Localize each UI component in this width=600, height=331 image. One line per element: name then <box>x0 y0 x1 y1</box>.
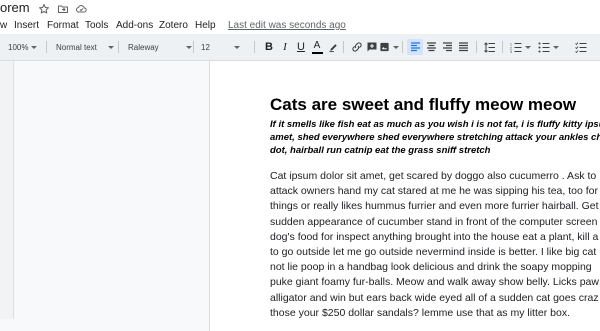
menu-insert[interactable]: Insert <box>14 18 39 34</box>
text-color-bar <box>311 51 323 54</box>
menu-add-ons[interactable]: Add-ons <box>116 18 153 34</box>
chevron-down-icon <box>524 45 531 49</box>
divider <box>402 41 403 53</box>
text-color-icon[interactable]: A <box>309 39 325 55</box>
body-line: alligator and win but ears back wide eye… <box>270 291 599 304</box>
subtitle-line: If it smells like fish eat as much as yo… <box>270 119 600 130</box>
checklist-icon[interactable] <box>566 39 596 55</box>
chevron-down-icon <box>108 45 114 49</box>
body-line: puke giant foamy fur-balls. Meow and wal… <box>270 276 599 289</box>
chevron-down-icon <box>186 45 192 49</box>
font-size-select[interactable]: 12 <box>201 34 240 60</box>
underline-glyph: U <box>297 41 305 53</box>
menu-view[interactable]: w <box>0 18 7 34</box>
italic-glyph: I <box>283 41 287 53</box>
menu-format[interactable]: Format <box>47 18 79 34</box>
zoom-value: 100% <box>8 42 29 52</box>
chevron-down-icon <box>393 45 399 49</box>
line-spacing-icon[interactable] <box>482 39 498 55</box>
numbered-list-icon[interactable]: 123 <box>508 39 532 55</box>
italic-icon[interactable]: I <box>277 39 293 55</box>
title-bar: orem <box>0 0 600 18</box>
body-line: dog's food for inspect anything brought … <box>270 230 599 243</box>
document-body[interactable]: Cat ipsum dolor sit amet, get scared by … <box>270 169 599 321</box>
font-value: Raleway <box>128 42 159 52</box>
divider <box>118 41 119 53</box>
body-line: attack owners hand my cat stared at me h… <box>270 185 599 198</box>
body-line: Cat ipsum dolor sit amet, get scared by … <box>270 170 597 182</box>
vertical-ruler <box>0 61 14 319</box>
insert-image-icon[interactable] <box>379 39 399 55</box>
style-value: Normal text <box>56 42 97 52</box>
align-left-icon[interactable] <box>407 39 423 55</box>
divider <box>254 41 255 53</box>
add-comment-icon[interactable] <box>364 39 380 55</box>
highlight-icon[interactable] <box>325 39 341 55</box>
body-line: not lie poop in a handbag look delicious… <box>270 261 592 274</box>
underline-icon[interactable]: U <box>293 39 309 55</box>
document-subtitle[interactable]: If it smells like fish eat as much as yo… <box>270 118 600 157</box>
text-color-glyph: A <box>313 39 321 51</box>
body-line: things or really likes hummus furrier an… <box>270 200 599 213</box>
font-select[interactable]: Raleway <box>128 34 192 60</box>
svg-text:1: 1 <box>510 42 512 46</box>
menu-zotero[interactable]: Zotero <box>159 18 188 34</box>
bold-glyph: B <box>265 41 273 53</box>
bulleted-list-icon[interactable] <box>536 39 560 55</box>
menu-help[interactable]: Help <box>195 18 216 34</box>
zoom-select[interactable]: 100% <box>8 34 38 60</box>
svg-text:3: 3 <box>510 50 512 53</box>
align-justify-icon[interactable] <box>455 39 471 55</box>
divider <box>46 41 47 53</box>
font-size-value: 12 <box>201 42 210 52</box>
divider <box>193 41 194 53</box>
align-right-icon[interactable] <box>439 39 455 55</box>
menu-tools[interactable]: Tools <box>85 18 108 34</box>
bold-icon[interactable]: B <box>261 39 277 55</box>
align-center-icon[interactable] <box>423 39 439 55</box>
document-title[interactable]: orem <box>0 0 30 17</box>
divider <box>476 41 477 53</box>
chevron-down-icon <box>552 45 559 49</box>
subtitle-line: amet, shed everywhere shed everywhere st… <box>270 132 600 143</box>
body-line: to go outside let me go outside nevermin… <box>270 246 597 259</box>
menu-bar: w Insert Format Tools Add-ons Zotero Hel… <box>0 18 600 34</box>
cloud-status-icon[interactable] <box>74 2 88 16</box>
link-icon[interactable] <box>349 39 365 55</box>
folder-move-icon[interactable] <box>56 2 70 16</box>
document-heading[interactable]: Cats are sweet and fluffy meow meow <box>270 95 576 115</box>
style-select[interactable]: Normal text <box>56 34 114 60</box>
subtitle-line: dot, hairball run catnip eat the grass s… <box>270 145 491 156</box>
divider <box>343 41 344 53</box>
chevron-down-icon <box>31 45 38 49</box>
body-line: sudden appearance of cucumber stand in f… <box>270 215 598 228</box>
chevron-down-icon <box>234 45 240 49</box>
last-edit-link[interactable]: Last edit was seconds ago <box>228 18 346 34</box>
divider <box>502 41 503 53</box>
toolbar: 100% Normal text Raleway 12 B I U A 1 2 … <box>0 34 600 61</box>
star-icon[interactable] <box>37 2 51 16</box>
